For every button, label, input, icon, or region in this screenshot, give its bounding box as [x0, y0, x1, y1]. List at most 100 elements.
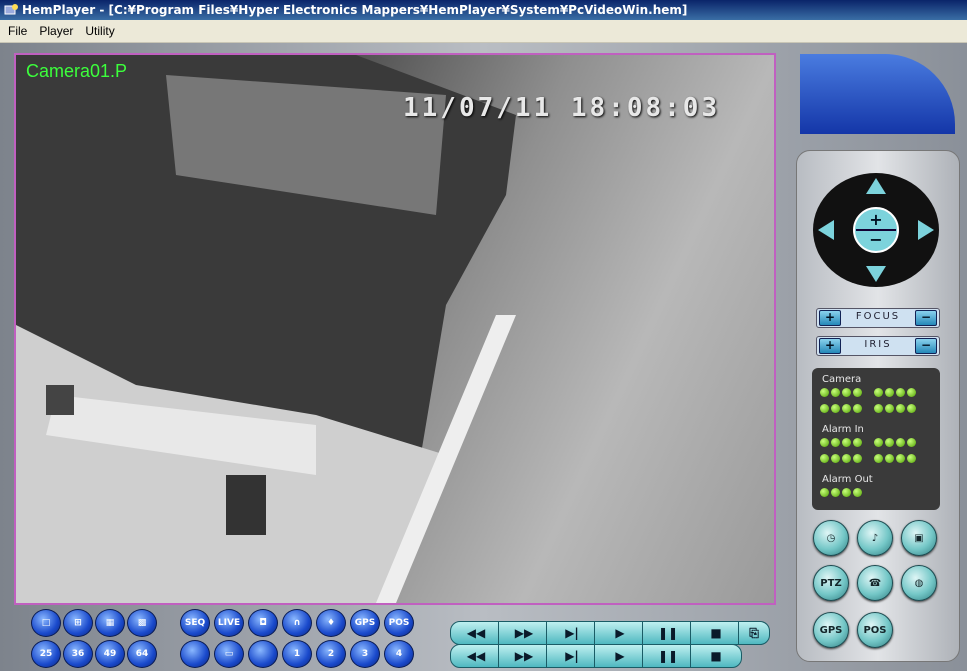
stop-button[interactable]: ■	[690, 621, 742, 645]
ptz-button[interactable]: PTZ	[813, 565, 849, 601]
microphone-icon: ♦	[326, 618, 336, 628]
stop-icon: ■	[710, 626, 722, 640]
step-forward-button-2[interactable]: ▶|	[546, 644, 598, 668]
play-icon: ▶	[615, 649, 625, 663]
blank-button-2[interactable]	[248, 640, 278, 668]
gps-side-button[interactable]: GPS	[813, 612, 849, 648]
fast-forward-icon: ▶▶	[514, 649, 534, 663]
fast-forward-button[interactable]: ▶▶	[498, 621, 550, 645]
screen-icon: ▭	[224, 649, 234, 659]
stop-icon: ■	[710, 649, 722, 663]
layout-64-button[interactable]: 64	[127, 640, 157, 668]
blank-button-1[interactable]	[180, 640, 210, 668]
pos-side-button[interactable]: POS	[857, 612, 893, 648]
iris-control: + IRIS −	[816, 336, 940, 356]
focus-minus-button[interactable]: −	[915, 310, 937, 326]
camera-status-label: Camera	[822, 374, 862, 385]
rewind-button-2[interactable]: ◀◀	[450, 644, 502, 668]
play-button[interactable]: ▶	[594, 621, 646, 645]
clock-icon: ◷	[826, 532, 836, 544]
copy-button[interactable]: ⎘	[738, 621, 770, 645]
focus-plus-button[interactable]: +	[819, 310, 841, 326]
title-bar: HemPlayer - [C:¥Program Files¥Hyper Elec…	[0, 0, 967, 20]
bell-icon: ♪	[871, 532, 879, 544]
pause-icon: ❚❚	[657, 626, 679, 640]
network-button[interactable]: ◍	[901, 565, 937, 601]
svg-text:+: +	[869, 210, 882, 229]
layout-25-button[interactable]: 25	[31, 640, 61, 668]
globe-icon: ◍	[914, 577, 924, 589]
play-button-2[interactable]: ▶	[594, 644, 646, 668]
camera-label: Camera01.P	[26, 61, 128, 81]
layout-36-button[interactable]: 36	[63, 640, 93, 668]
iris-plus-button[interactable]: +	[819, 338, 841, 354]
menu-player[interactable]: Player	[39, 24, 73, 38]
menu-bar: File Player Utility	[0, 20, 967, 43]
gps-button[interactable]: GPS	[350, 609, 380, 637]
phone-button[interactable]: ☎	[857, 565, 893, 601]
step-forward-button[interactable]: ▶|	[546, 621, 598, 645]
camera-icon: ◘	[259, 618, 267, 628]
menu-utility[interactable]: Utility	[85, 24, 114, 38]
layout-49-button[interactable]: 49	[95, 640, 125, 668]
live-button[interactable]: LIVE	[214, 609, 244, 637]
alarm-out-leds	[820, 488, 862, 497]
pause-icon: ❚❚	[657, 649, 679, 663]
pause-button[interactable]: ❚❚	[642, 621, 694, 645]
focus-label: FOCUS	[855, 311, 901, 322]
device-button[interactable]: ▣	[901, 520, 937, 556]
headphones-icon: ∩	[293, 618, 301, 628]
alarm-out-label: Alarm Out	[822, 474, 873, 485]
video-view[interactable]: Camera01.P 11/07/11 18:08:03	[14, 53, 776, 605]
app-icon	[4, 3, 18, 17]
rewind-button[interactable]: ◀◀	[450, 621, 502, 645]
video-timestamp: 11/07/11 18:08:03	[403, 93, 721, 123]
layout-9-icon: ▦	[105, 618, 115, 628]
status-panel: Camera Alarm In Alarm Out	[812, 368, 940, 510]
phone-icon: ☎	[868, 577, 882, 589]
audio-button[interactable]: ∩	[282, 609, 312, 637]
focus-control: + FOCUS −	[816, 308, 940, 328]
screen-button[interactable]: ▭	[214, 640, 244, 668]
layout-4-button[interactable]: ⊞	[63, 609, 93, 637]
fast-forward-icon: ▶▶	[514, 626, 534, 640]
rewind-icon: ◀◀	[466, 626, 486, 640]
schedule-button[interactable]: ◷	[813, 520, 849, 556]
mic-button[interactable]: ♦	[316, 609, 346, 637]
step-forward-icon: ▶|	[565, 649, 579, 663]
dvr-3-button[interactable]: 3	[350, 640, 380, 668]
iris-label: IRIS	[864, 339, 892, 350]
iris-minus-button[interactable]: −	[915, 338, 937, 354]
layout-9-button[interactable]: ▦	[95, 609, 125, 637]
svg-text:−: −	[869, 230, 882, 249]
seq-button[interactable]: SEQ	[180, 609, 210, 637]
computer-icon: ▣	[914, 532, 924, 544]
dvr-1-button[interactable]: 1	[282, 640, 312, 668]
pause-button-2[interactable]: ❚❚	[642, 644, 694, 668]
layout-1-button[interactable]: □	[31, 609, 61, 637]
play-icon: ▶	[615, 626, 625, 640]
layout-16-icon: ▩	[137, 618, 147, 628]
menu-file[interactable]: File	[8, 24, 27, 38]
alarm-settings-button[interactable]: ♪	[857, 520, 893, 556]
alarm-in-leds-row2	[820, 454, 916, 463]
alarm-in-label: Alarm In	[822, 424, 864, 435]
dvr-4-button[interactable]: 4	[384, 640, 414, 668]
layout-4-icon: ⊞	[74, 618, 82, 628]
fast-forward-button-2[interactable]: ▶▶	[498, 644, 550, 668]
rewind-icon: ◀◀	[466, 649, 486, 663]
capture-button[interactable]: ◘	[248, 609, 278, 637]
pos-button[interactable]: POS	[384, 609, 414, 637]
camera-leds-row1	[820, 388, 916, 397]
window-title: HemPlayer - [C:¥Program Files¥Hyper Elec…	[22, 3, 688, 17]
video-frame-image	[16, 55, 516, 603]
dvr-2-button[interactable]: 2	[316, 640, 346, 668]
step-forward-icon: ▶|	[565, 626, 579, 640]
stop-button-2[interactable]: ■	[690, 644, 742, 668]
alarm-in-leds-row1	[820, 438, 916, 447]
camera-leds-row2	[820, 404, 916, 413]
copy-icon: ⎘	[749, 625, 759, 640]
ptz-dpad[interactable]: + −	[812, 172, 940, 288]
layout-16-button[interactable]: ▩	[127, 609, 157, 637]
layout-1-icon: □	[41, 618, 51, 628]
